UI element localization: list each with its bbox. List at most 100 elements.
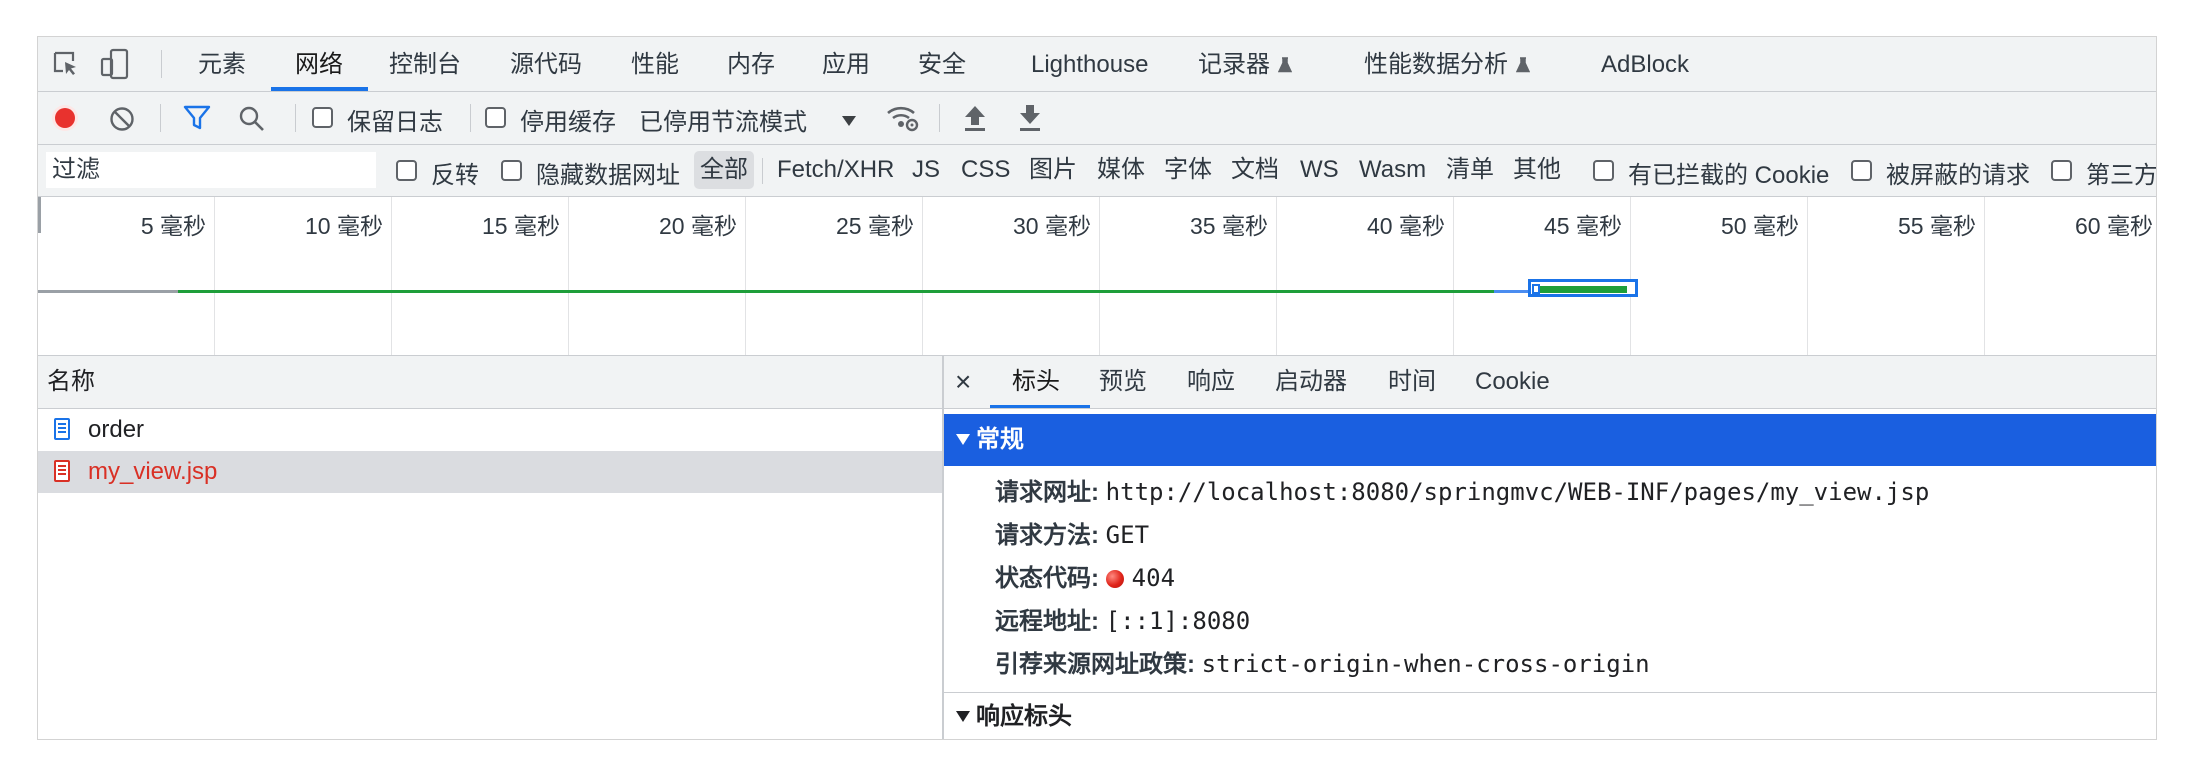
type-filter-doc[interactable]: 文档	[1225, 151, 1285, 189]
type-filter-img[interactable]: 图片	[1023, 151, 1083, 189]
timeline-start-marker	[38, 197, 41, 233]
inspect-element-icon[interactable]	[52, 50, 82, 80]
tab-performance-insights-label: 性能数据分析	[1364, 51, 1508, 78]
timeline-waiting-bar	[38, 290, 178, 293]
tab-performance-insights[interactable]: 性能数据分析	[1364, 37, 1530, 91]
header-key: 请求方法:	[995, 522, 1099, 549]
toolbar-separator	[939, 104, 940, 132]
tab-console[interactable]: 控制台	[389, 37, 461, 91]
remote-address-row: 远程地址: [::1]:8080	[995, 601, 1250, 641]
type-filter-font[interactable]: 字体	[1158, 151, 1218, 189]
header-value: GET	[1105, 521, 1150, 549]
preserve-log-label: 保留日志	[347, 109, 443, 136]
timeline-tick-label: 5 毫秒	[140, 213, 206, 239]
clear-icon[interactable]	[109, 106, 135, 132]
preserve-log-checkbox[interactable]	[312, 107, 333, 128]
blocked-cookies-checkbox[interactable]	[1593, 160, 1614, 181]
hide-data-urls-checkbox[interactable]	[501, 160, 522, 181]
import-har-icon[interactable]	[963, 104, 987, 132]
disable-cache-label: 停用缓存	[520, 109, 616, 136]
filter-separator	[762, 158, 763, 184]
timeline-grid-line	[1099, 197, 1100, 355]
dropdown-arrow-icon[interactable]	[842, 113, 856, 126]
request-list-panel: 名称 order my_view.jsp	[38, 356, 944, 739]
timeline-grid-line	[1807, 197, 1808, 355]
response-headers-section-header[interactable]: 响应标头	[944, 692, 2156, 739]
timeline-grid-line	[568, 197, 569, 355]
type-filter-manifest[interactable]: 清单	[1440, 151, 1500, 189]
timeline-tick-label: 10 毫秒	[305, 213, 383, 239]
document-icon	[54, 418, 70, 440]
main-tab-bar: 元素 网络 控制台 源代码 性能 内存 应用 安全 Lighthouse 记录器…	[38, 37, 2156, 92]
general-section-header[interactable]: 常规	[944, 414, 2156, 466]
close-details-button[interactable]: ×	[955, 356, 971, 408]
timeline-selection-window[interactable]	[1528, 279, 1638, 297]
details-tab-bar: × 标头 预览 响应 启动器 时间 Cookie	[944, 356, 2156, 409]
invert-checkbox[interactable]	[396, 160, 417, 181]
timeline-grid-line	[1453, 197, 1454, 355]
name-column-label: 名称	[47, 368, 95, 395]
type-filter-media[interactable]: 媒体	[1091, 151, 1151, 189]
tab-headers[interactable]: 标头	[1012, 356, 1060, 408]
throttling-select[interactable]: 已停用节流模式	[639, 102, 807, 137]
type-filter-other[interactable]: 其他	[1507, 151, 1567, 189]
tab-elements[interactable]: 元素	[198, 37, 246, 91]
tab-sources[interactable]: 源代码	[510, 37, 582, 91]
blocked-requests-checkbox[interactable]	[1851, 160, 1872, 181]
filter-input[interactable]	[46, 152, 376, 188]
tab-lighthouse[interactable]: Lighthouse	[1031, 37, 1148, 91]
name-column-header[interactable]: 名称	[38, 356, 942, 409]
tab-response[interactable]: 响应	[1187, 356, 1235, 408]
type-filter-css[interactable]: CSS	[955, 151, 1016, 189]
filter-icon[interactable]	[183, 105, 211, 131]
blocked-cookies-label: 有已拦截的 Cookie	[1628, 162, 1830, 189]
type-filter-wasm[interactable]: Wasm	[1353, 151, 1432, 189]
tab-cookies[interactable]: Cookie	[1475, 356, 1550, 408]
tab-adblock[interactable]: AdBlock	[1601, 37, 1689, 91]
document-icon	[54, 460, 70, 482]
request-row-order[interactable]: order	[38, 409, 942, 451]
header-key: 请求网址:	[995, 479, 1099, 506]
request-url-row: 请求网址: http://localhost:8080/springmvc/WE…	[995, 472, 1929, 512]
expand-triangle-icon	[956, 434, 970, 445]
tab-performance[interactable]: 性能	[631, 37, 679, 91]
timeline-tick-label: 60 毫秒	[2075, 213, 2153, 239]
timeline-request-bar-queued	[1494, 290, 1532, 293]
tab-security[interactable]: 安全	[918, 37, 966, 91]
tab-initiator[interactable]: 启动器	[1275, 356, 1347, 408]
toolbar-separator	[295, 104, 296, 132]
tab-network[interactable]: 网络	[295, 37, 343, 91]
response-headers-title: 响应标头	[976, 703, 1072, 730]
tab-recorder[interactable]: 记录器	[1198, 37, 1292, 91]
tab-timing[interactable]: 时间	[1388, 356, 1436, 408]
tab-preview[interactable]: 预览	[1099, 356, 1147, 408]
device-toolbar-icon[interactable]	[100, 48, 130, 80]
type-filter-fetch-xhr[interactable]: Fetch/XHR	[771, 151, 900, 189]
record-icon[interactable]	[51, 104, 79, 132]
network-conditions-icon[interactable]	[886, 103, 920, 133]
timeline-grid-line	[1984, 197, 1985, 355]
request-row-my-view[interactable]: my_view.jsp	[38, 451, 942, 493]
timeline-request-bar-my-view	[1539, 286, 1627, 293]
timeline-tick-label: 30 毫秒	[1013, 213, 1091, 239]
timeline-tick-label: 55 毫秒	[1898, 213, 1976, 239]
timeline-tick-label: 20 毫秒	[659, 213, 737, 239]
type-filter-all[interactable]: 全部	[694, 151, 754, 189]
disable-cache-checkbox[interactable]	[485, 107, 506, 128]
type-filter-ws[interactable]: WS	[1294, 151, 1345, 189]
toolbar-separator	[160, 104, 161, 132]
tab-memory[interactable]: 内存	[727, 37, 775, 91]
third-party-label: 第三方	[2086, 162, 2157, 189]
timeline-selection-handle	[1532, 284, 1540, 294]
third-party-checkbox[interactable]	[2051, 160, 2072, 181]
type-filter-js[interactable]: JS	[906, 151, 946, 189]
active-tab-indicator	[271, 87, 368, 91]
active-details-tab-indicator	[990, 405, 1090, 408]
timeline-grid-line	[1276, 197, 1277, 355]
tab-application[interactable]: 应用	[822, 37, 870, 91]
export-har-icon[interactable]	[1018, 104, 1042, 132]
invert-label: 反转	[431, 162, 479, 189]
header-value: [::1]:8080	[1105, 607, 1251, 635]
timeline-overview[interactable]: 5 毫秒 10 毫秒 15 毫秒 20 毫秒 25 毫秒 30 毫秒 35 毫秒…	[38, 197, 2156, 356]
search-icon[interactable]	[238, 105, 266, 133]
